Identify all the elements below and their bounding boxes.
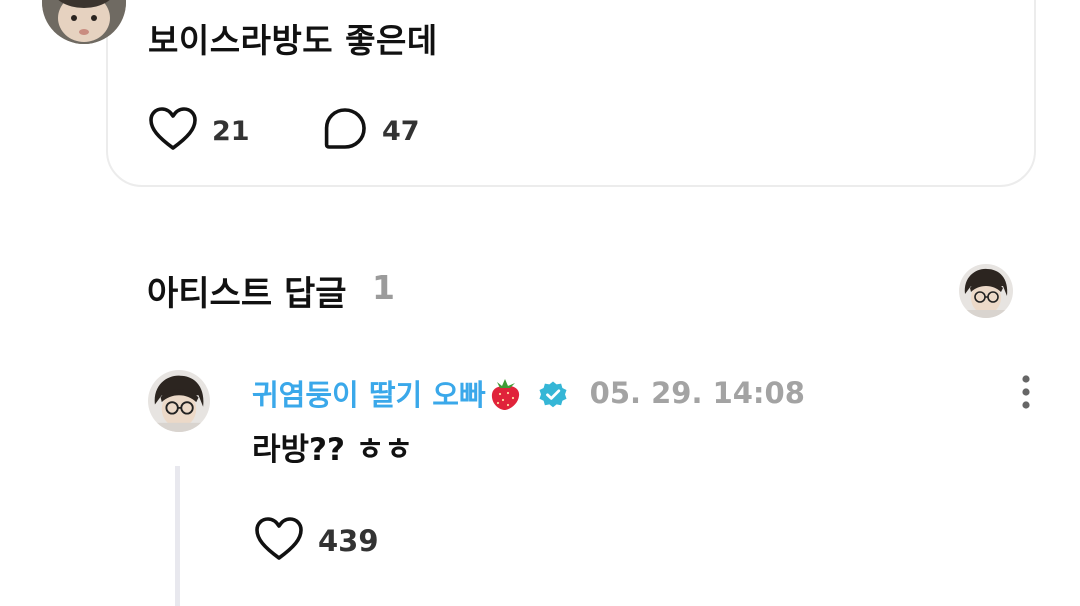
post-comment-button[interactable]: 47: [322, 106, 420, 156]
artist-replies-count: 1: [372, 268, 395, 307]
comment-bubble-icon: [322, 106, 368, 156]
post-like-button[interactable]: 21: [148, 106, 250, 156]
app-screen: 보이스라방도 좋은데 21 47 아티스트 답글 1 귀염둥이 딸기 오빠 05…: [0, 0, 1080, 606]
reply-author-row: 귀염둥이 딸기 오빠 05. 29. 14:08: [252, 372, 805, 414]
reply-like-button[interactable]: 439: [254, 516, 379, 566]
reply-author-name[interactable]: 귀염둥이 딸기 오빠: [252, 372, 486, 414]
reply-author-avatar[interactable]: [148, 370, 210, 432]
post-like-count: 21: [212, 115, 250, 147]
heart-icon: [148, 106, 198, 156]
post-comment-count: 47: [382, 115, 420, 147]
post-text: 보이스라방도 좋은데: [148, 21, 438, 60]
artist-avatar[interactable]: [959, 264, 1013, 318]
strawberry-icon: [488, 376, 522, 412]
vertical-dots-icon: [1012, 375, 1040, 414]
heart-icon: [254, 516, 304, 566]
reply-like-count: 439: [318, 524, 379, 558]
verified-badge-icon: [538, 380, 568, 410]
artist-replies-title: 아티스트 답글: [147, 274, 347, 314]
reply-timestamp: 05. 29. 14:08: [589, 376, 805, 410]
more-options-button[interactable]: [1012, 374, 1040, 410]
reply-thread-line: [175, 466, 180, 606]
reply-text: 라방?? ㅎㅎ: [252, 432, 413, 468]
